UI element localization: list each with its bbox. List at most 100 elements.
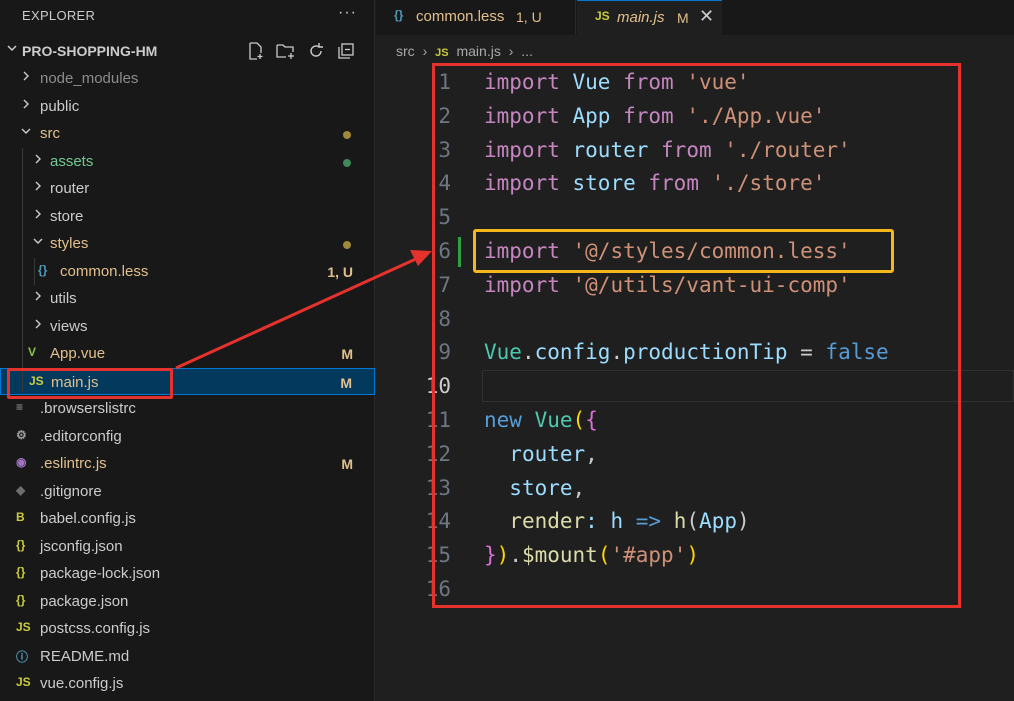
new-folder-icon[interactable] (276, 41, 296, 61)
tree-item-label: store (50, 207, 84, 225)
tree-item-label: babel.config.js (40, 510, 136, 527)
tree-file[interactable]: ≡ .browserslistrc (0, 395, 375, 422)
chevron-right-icon (20, 70, 32, 85)
tab-label: main.js (617, 9, 665, 26)
collapse-all-icon[interactable] (336, 41, 356, 61)
highlight-box-code (432, 63, 961, 608)
git-status-badge: 1, U (327, 263, 353, 280)
new-file-icon[interactable] (246, 41, 266, 61)
tree-item-label: styles (50, 235, 89, 252)
tree-folder[interactable]: node_modules (0, 65, 375, 92)
modified-dot-icon (343, 158, 351, 167)
explorer-sidebar: EXPLORER ··· PRO-SHOPPING-HM node_module… (0, 0, 375, 701)
tree-item-label: package.json (40, 592, 129, 610)
chevron-down-icon (32, 235, 44, 250)
tab-main-js[interactable]: JS main.js M ✕ (577, 0, 722, 35)
tree-item-label: node_modules (40, 70, 139, 87)
tree-file[interactable]: {} package.json (0, 588, 375, 615)
tree-file[interactable]: Bbabel.config.js (0, 505, 375, 532)
tree-file[interactable]: V App.vue M (0, 340, 375, 367)
tree-item-label: README.md (40, 647, 130, 665)
tree-item-label: common.less (60, 262, 149, 280)
breadcrumb-more[interactable]: ... (521, 43, 533, 59)
tab-status: M (677, 10, 689, 26)
chevron-down-icon (20, 125, 32, 140)
chevron-right-icon: › (422, 43, 428, 59)
tree-item-label: public (40, 97, 80, 115)
tree-folder[interactable]: assets (0, 148, 375, 175)
git-status-badge: M (340, 374, 352, 391)
chevron-right-icon (32, 290, 44, 305)
js-file-icon: JS (435, 47, 449, 59)
indent-guide (34, 258, 35, 285)
tree-file[interactable]: ⓘ README.md (0, 643, 375, 670)
tree-item-label: package-lock.json (40, 565, 161, 582)
chevron-right-icon: › (508, 43, 514, 59)
git-status-badge: M (341, 456, 353, 472)
tree-folder[interactable]: src (0, 120, 375, 147)
tree-item-label: App.vue (50, 345, 106, 362)
file-type-icon: {} (16, 537, 26, 552)
tree-file[interactable]: JS postcss.config.js (0, 615, 375, 642)
less-file-icon: {} (394, 8, 404, 22)
refresh-icon[interactable] (306, 41, 326, 61)
tree-folder[interactable]: utils (0, 285, 375, 312)
tree-item-label: vue.config.js (40, 675, 124, 692)
tree-file[interactable]: {} jsconfig.json (0, 533, 375, 560)
tree-folder[interactable]: styles (0, 230, 375, 257)
tree-file[interactable]: ◆ .gitignore (0, 478, 375, 505)
breadcrumb-file[interactable]: main.js (456, 43, 500, 59)
tree-item-label: .editorconfig (40, 427, 122, 445)
close-icon[interactable]: ✕ (699, 6, 714, 27)
tree-item-label: jsconfig.json (40, 537, 123, 555)
tree-item-label: router (50, 180, 90, 197)
tree-folder[interactable]: store (0, 203, 375, 230)
tree-file[interactable]: {} common.less 1, U (0, 258, 375, 285)
file-type-icon: {} (16, 592, 26, 607)
tree-item-label: postcss.config.js (40, 620, 151, 637)
project-name: PRO-SHOPPING-HM (22, 43, 158, 59)
tree-item-label: .eslintrc.js (40, 455, 107, 472)
project-header[interactable]: PRO-SHOPPING-HM (0, 40, 375, 64)
chevron-right-icon (32, 180, 44, 195)
file-type-icon: {} (38, 262, 48, 277)
chevron-down-icon (6, 42, 18, 57)
file-type-icon: ⓘ (16, 649, 29, 664)
tree-file[interactable]: JS vue.config.js (0, 670, 375, 697)
file-type-icon: ≡ (16, 400, 24, 414)
breadcrumb: src › JS main.js › ... (396, 43, 537, 59)
editor-tab-bar: {} common.less 1, U JS main.js M ✕ (376, 0, 1014, 35)
explorer-title: EXPLORER (22, 8, 96, 23)
tree-item-label: views (50, 317, 88, 335)
tree-file[interactable]: ◉ .eslintrc.js M (0, 450, 375, 477)
git-status-badge: M (341, 346, 353, 362)
file-type-icon: ◉ (16, 455, 27, 469)
more-actions-icon[interactable]: ··· (338, 4, 357, 22)
file-type-icon: JS (16, 675, 31, 689)
js-file-icon: JS (595, 9, 610, 23)
tree-item-label: src (40, 125, 60, 142)
chevron-right-icon (32, 318, 44, 333)
file-type-icon: ◆ (16, 482, 26, 497)
indent-guide (22, 148, 23, 392)
tree-file[interactable]: {} package-lock.json (0, 560, 375, 587)
file-type-icon: JS (16, 620, 31, 634)
chevron-right-icon (32, 153, 44, 168)
tab-status: 1, U (516, 9, 542, 25)
modified-dot-icon (343, 241, 351, 249)
tree-folder[interactable]: router (0, 175, 375, 202)
chevron-right-icon (20, 98, 32, 113)
tree-item-label: .browserslistrc (40, 400, 136, 417)
breadcrumb-folder[interactable]: src (396, 43, 415, 59)
tree-item-label: utils (50, 290, 77, 307)
tab-label: common.less (416, 8, 505, 25)
tab-common-less[interactable]: {} common.less 1, U (376, 0, 576, 35)
tree-file[interactable]: ⚙ .editorconfig (0, 423, 375, 450)
highlight-box-import-less (473, 229, 894, 273)
tree-folder[interactable]: public (0, 93, 375, 120)
file-type-icon: V (28, 345, 37, 359)
file-type-icon: {} (16, 565, 26, 579)
file-type-icon: B (16, 510, 25, 524)
chevron-right-icon (32, 208, 44, 223)
tree-folder[interactable]: views (0, 313, 375, 340)
